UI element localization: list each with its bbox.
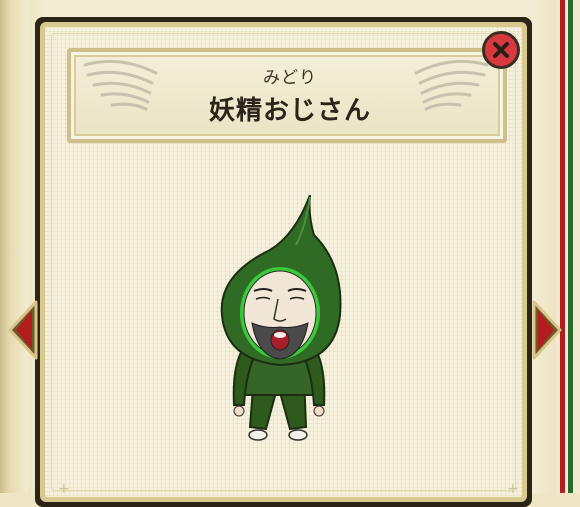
corner-mark-bottom-right: +: [507, 481, 519, 497]
fairy-uncle-character: [220, 195, 342, 441]
corner-mark-bottom-left: +: [58, 481, 70, 497]
prev-arrow-button[interactable]: [6, 300, 38, 360]
shoe-right: [288, 429, 308, 441]
character-name: 妖精おじさん: [208, 96, 371, 126]
close-button[interactable]: [482, 31, 520, 69]
shoe-left: [248, 429, 268, 441]
close-icon: [493, 42, 509, 58]
next-arrow-button[interactable]: [532, 300, 564, 360]
